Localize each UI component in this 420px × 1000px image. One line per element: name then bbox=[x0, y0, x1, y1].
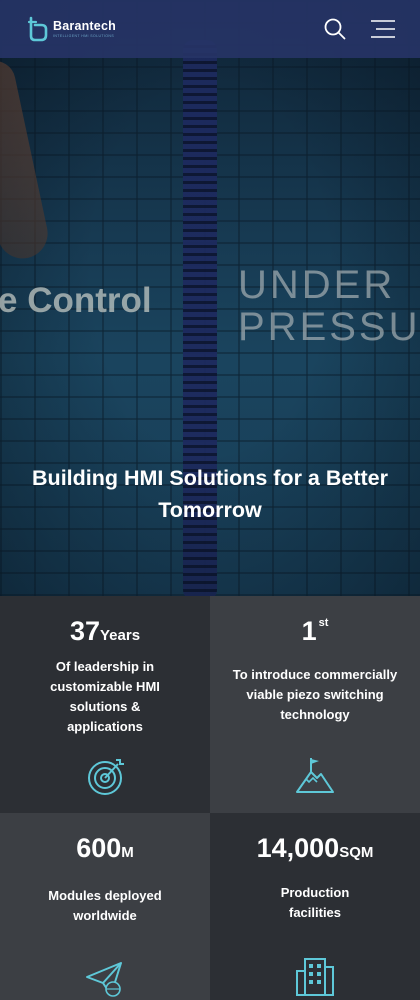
brand-logo[interactable]: Barantech INTELLIGENT HMI SOLUTIONS bbox=[27, 16, 116, 42]
brand-tagline: INTELLIGENT HMI SOLUTIONS bbox=[53, 33, 115, 38]
search-button[interactable] bbox=[322, 16, 348, 42]
brand-name: Barantech bbox=[53, 19, 116, 33]
stat-unit: M bbox=[121, 844, 134, 861]
hamburger-menu-icon bbox=[371, 20, 395, 38]
stat-number: 1 bbox=[301, 616, 317, 646]
hero-title: Building HMI Solutions for a Better Tomo… bbox=[32, 466, 388, 522]
stat-unit: Years bbox=[100, 627, 141, 644]
stat-description: Modules deployed worldwide bbox=[48, 888, 162, 923]
menu-button[interactable] bbox=[370, 16, 396, 42]
hero-overlay-text-left: e Control bbox=[0, 281, 152, 320]
logo-icon bbox=[27, 16, 48, 42]
stats-grid: 37Years Of leadership in customizable HM… bbox=[0, 596, 420, 1000]
stat-description: Of leadership in customizable HMI soluti… bbox=[50, 659, 160, 734]
stat-card-first: 1st To introduce commercially viable pie… bbox=[210, 596, 420, 813]
building-icon bbox=[296, 958, 334, 996]
stat-superscript: st bbox=[318, 617, 329, 629]
search-icon bbox=[324, 18, 346, 40]
stat-card-years: 37Years Of leadership in customizable HM… bbox=[0, 596, 210, 813]
paper-plane-globe-icon bbox=[86, 962, 122, 997]
hero-banner: e Control UNDER PRESSU Building HMI Solu… bbox=[0, 0, 420, 596]
stat-card-modules: 600M Modules deployed worldwide bbox=[0, 813, 210, 1000]
site-header: Barantech INTELLIGENT HMI SOLUTIONS bbox=[0, 0, 420, 58]
hero-overlay-text-right: UNDER PRESSU bbox=[238, 263, 420, 349]
stat-number: 37 bbox=[69, 616, 100, 646]
stat-description: To introduce commercially viable piezo s… bbox=[232, 667, 398, 722]
target-icon bbox=[88, 759, 124, 795]
stat-number: 14,000 bbox=[256, 833, 340, 863]
mountain-flag-icon bbox=[296, 758, 334, 793]
stat-description: Production facilities bbox=[280, 885, 350, 920]
stat-unit: SQM bbox=[339, 844, 374, 861]
stat-card-facilities: 14,000SQM Production facilities bbox=[210, 813, 420, 1000]
stat-number: 600 bbox=[76, 833, 122, 863]
